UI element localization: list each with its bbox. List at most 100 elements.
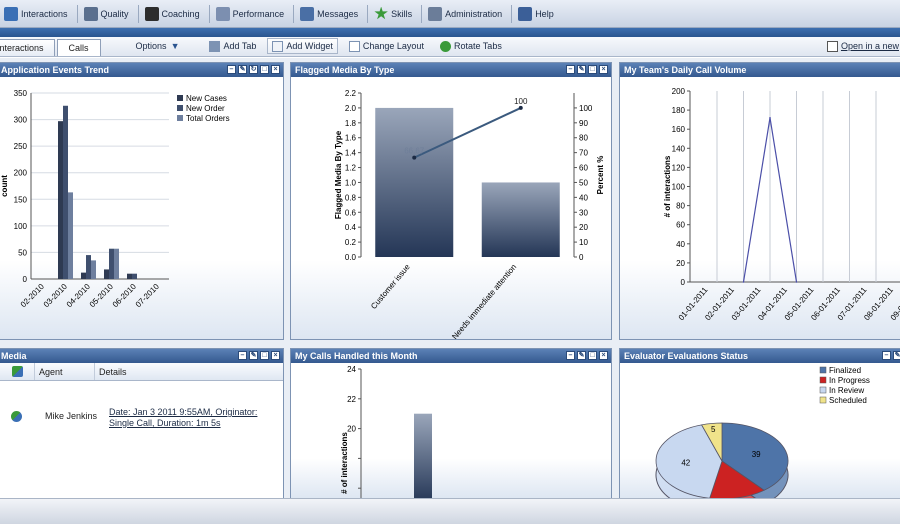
table-row[interactable]: Mike Jenkins Date: Jan 3 2011 9:55AM, Or… — [0, 407, 283, 435]
collapse-icon[interactable]: – — [566, 351, 575, 360]
chevron-down-icon: ▼ — [170, 41, 180, 51]
y-tick-label: 0.2 — [345, 238, 357, 247]
add-widget-button[interactable]: Add Widget — [267, 38, 338, 54]
widget-header[interactable]: Application Events Trend – ✎ ↻ □ × — [0, 63, 283, 77]
edit-icon[interactable]: ✎ — [238, 65, 247, 74]
edit-icon[interactable]: ✎ — [577, 65, 586, 74]
widget-body: 24 22 20 # of interactions — [291, 363, 611, 499]
x-tick-label: 06-2010 — [111, 282, 139, 310]
volume-point — [742, 281, 745, 283]
y-axis-label: count — [0, 175, 9, 197]
bar — [104, 269, 109, 279]
bar — [132, 273, 137, 279]
change-layout-button[interactable]: Change Layout — [344, 38, 429, 54]
y-tick-label: 250 — [14, 142, 28, 151]
legend-swatch — [819, 396, 827, 404]
edit-icon[interactable]: ✎ — [893, 351, 900, 360]
y-tick-label: 40 — [676, 240, 685, 249]
media-type-icon — [10, 411, 22, 422]
widget-header[interactable]: Flagged Media By Type – ✎ □ × — [291, 63, 611, 77]
tab-interactions[interactable]: Interactions — [0, 39, 55, 56]
y2-tick-label: 30 — [579, 208, 588, 217]
y2-tick-label: 40 — [579, 193, 588, 202]
widget-header[interactable]: My Team's Daily Call Volume — [620, 63, 900, 77]
column-header-details[interactable]: Details — [95, 363, 283, 380]
percent-point — [412, 155, 417, 160]
open-new-window-link[interactable]: Open in a new — [822, 38, 900, 54]
collapse-icon[interactable]: – — [227, 65, 236, 74]
add-tab-button[interactable]: Add Tab — [204, 38, 261, 54]
y-tick-label: 1.2 — [345, 164, 357, 173]
nav-coaching[interactable]: Coaching — [141, 3, 207, 25]
widget-header[interactable]: Evaluator Evaluations Status – ✎ — [620, 349, 900, 363]
coaching-icon — [144, 6, 159, 21]
y-tick-label: 150 — [14, 195, 28, 204]
y-tick-label: 1.6 — [345, 134, 357, 143]
refresh-icon[interactable]: ↻ — [249, 65, 258, 74]
maximize-icon[interactable]: □ — [588, 351, 597, 360]
y2-tick-label: 100 — [579, 104, 593, 113]
y-tick-label: 140 — [672, 144, 686, 153]
bar — [91, 260, 96, 279]
calls-month-widget: My Calls Handled this Month – ✎ □ × 24 22 20 #… — [290, 348, 612, 500]
widget-body: 0.0 0.2 0.4 0.6 0.8 1.0 1.2 1.4 1.6 1.8 2.0 2.2 0 10 2… — [291, 77, 611, 339]
row-media-icon-cell — [0, 407, 35, 422]
y-tick-label: 60 — [676, 221, 685, 230]
row-agent: Mike Jenkins — [45, 411, 98, 421]
new-window-icon — [826, 40, 838, 52]
close-icon[interactable]: × — [271, 65, 280, 74]
widget-body: 0 20 40 60 80 100 120 140 160 180 200 # of interact… — [620, 77, 900, 339]
widget-header[interactable]: Media – ✎ □ × — [0, 349, 283, 363]
options-button[interactable]: Options ▼ — [131, 38, 185, 54]
nav-skills[interactable]: Skills — [370, 3, 419, 25]
percent-label: 100 — [514, 97, 528, 106]
maximize-icon[interactable]: □ — [260, 351, 269, 360]
widget-header[interactable]: My Calls Handled this Month – ✎ □ × — [291, 349, 611, 363]
collapse-icon[interactable]: – — [238, 351, 247, 360]
tab-calls[interactable]: Calls — [56, 39, 101, 56]
close-icon[interactable]: × — [599, 65, 608, 74]
collapse-icon[interactable]: – — [882, 351, 891, 360]
bar — [81, 272, 86, 279]
rotate-tabs-button[interactable]: Rotate Tabs — [435, 38, 507, 54]
maximize-icon[interactable]: □ — [588, 65, 597, 74]
star-icon — [374, 6, 388, 20]
edit-icon[interactable]: ✎ — [577, 351, 586, 360]
close-icon[interactable]: × — [271, 351, 280, 360]
edit-icon[interactable]: ✎ — [249, 351, 258, 360]
nav-performance[interactable]: Performance — [212, 3, 292, 25]
nav-separator — [367, 4, 369, 23]
nav-quality[interactable]: Quality — [80, 3, 136, 25]
y-tick-label: 350 — [14, 89, 28, 98]
nav-messages[interactable]: Messages — [296, 3, 365, 25]
y-tick-label: 0.8 — [345, 193, 357, 202]
y-tick-label: 100 — [14, 222, 28, 231]
eval-status-chart: 39 42 5 FinalizedIn ProgressIn ReviewSchedu… — [655, 366, 870, 499]
top-navigation: Interactions Quality Coaching Performanc… — [0, 0, 900, 28]
row-details-link[interactable]: Date: Jan 3 2011 9:55AM, Originator: Sin… — [99, 407, 257, 429]
y-tick-label: 180 — [672, 106, 686, 115]
app-events-widget: Application Events Trend – ✎ ↻ □ × 0 50 100 150… — [0, 62, 284, 340]
y2-axis-label: Percent % — [596, 156, 605, 195]
x-tick-label: 05-2010 — [88, 282, 116, 310]
nav-administration[interactable]: Administration — [424, 3, 509, 25]
bar — [63, 105, 68, 279]
legend-swatch — [819, 376, 827, 384]
quality-icon — [83, 6, 98, 21]
nav-help[interactable]: Help — [514, 3, 561, 25]
y2-tick-label: 80 — [579, 134, 588, 143]
media-grid-header: Agent Details — [0, 363, 283, 381]
column-header-agent[interactable]: Agent — [35, 363, 95, 380]
close-icon[interactable]: × — [599, 351, 608, 360]
column-type-icon-header[interactable] — [0, 363, 35, 380]
eval-status-widget: Evaluator Evaluations Status – ✎ 39 42 5 Fin… — [619, 348, 900, 500]
collapse-icon[interactable]: – — [566, 65, 575, 74]
nav-interactions[interactable]: Interactions — [0, 3, 75, 25]
y-tick-label: 200 — [14, 169, 28, 178]
bar — [375, 107, 454, 257]
y2-tick-label: 90 — [579, 119, 588, 128]
maximize-icon[interactable]: □ — [260, 65, 269, 74]
header-band — [0, 28, 900, 37]
flagged-media-widget: Flagged Media By Type – ✎ □ × 0.0 0.2 0.4 0.6 0… — [290, 62, 612, 340]
y-axis-label: Flagged Media By Type — [334, 130, 343, 219]
